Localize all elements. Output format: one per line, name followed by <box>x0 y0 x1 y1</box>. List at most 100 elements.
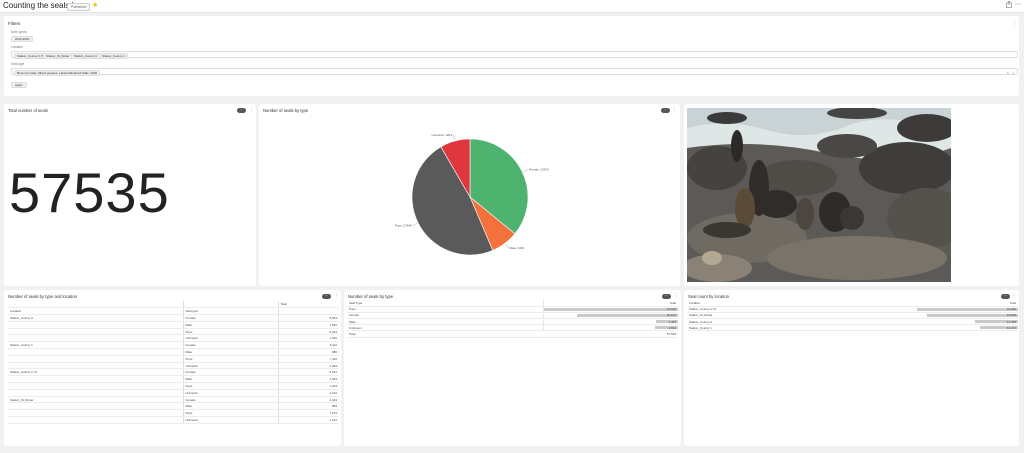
table-header-cell: Seal type <box>183 307 279 316</box>
table-header-cell: Total <box>278 301 339 309</box>
total-cell: 7,104 <box>278 409 339 418</box>
location-cell <box>8 348 184 356</box>
seal-type-cell: Unknown <box>183 334 279 343</box>
seal-type-cell: Male <box>183 321 279 329</box>
location-cell: Station_Colony 2 (?) <box>8 368 184 377</box>
table-row: Male 1,004 <box>8 375 339 384</box>
pie-label-leader <box>412 223 418 226</box>
location-cell: Station_Colony 1 <box>8 341 184 350</box>
total-cell: 1,520 <box>278 321 339 329</box>
filter-chip-date[interactable]: 2020-2022 <box>11 36 34 42</box>
more-icon[interactable]: ⋯ <box>1015 1 1021 10</box>
table-row: Station_Colony 2 (?) Female 5,612 <box>8 368 339 377</box>
type-location-table: Total Location Seal type Station_Colony A… <box>8 301 339 424</box>
panel-badge: ··· <box>662 294 672 299</box>
apply-filters-button[interactable]: Apply <box>11 82 27 88</box>
table-row: Unknown 1,212 <box>8 416 339 424</box>
panel-menu-icon[interactable]: ⋮ <box>249 107 254 113</box>
seals-by-type-panel: Number of seals by type ··· ⋮ Seal Type T… <box>344 290 681 446</box>
filters-title: Filters <box>8 21 21 26</box>
total-cell: 1,216 <box>278 389 339 397</box>
seal-type-cell: Male <box>183 348 279 356</box>
status-badge: Published <box>67 3 91 11</box>
share-icon[interactable] <box>1006 0 1012 12</box>
location-cell <box>8 389 184 397</box>
table-row: Pups 6,024 <box>8 328 339 336</box>
value-bar <box>927 313 1018 318</box>
location-cell <box>8 416 184 424</box>
chevron-down-icon[interactable]: ⌄ <box>1012 70 1015 75</box>
total-cell: 7,116 <box>278 355 339 363</box>
seals-by-type-pie-panel: Number of seals by type ··· ⋮ Female: 20… <box>259 104 680 286</box>
type-location-panel: Number of seals by type and location ···… <box>4 290 341 446</box>
total-value: 57,535 <box>543 330 678 338</box>
location-filter-input[interactable]: Station_Colony 2 (?) Station_Sl_Roder St… <box>11 51 1018 59</box>
seal-type-cell: Unknown <box>183 389 279 397</box>
table-row: Pups 7,116 <box>8 355 339 363</box>
seal-type-cell: Female <box>183 341 279 350</box>
row-value: 14,368 <box>1006 319 1016 324</box>
table-row: Pups 7,404 <box>8 382 339 390</box>
seal-type-cell: Female <box>183 314 279 322</box>
seal-type-cell: Pups <box>183 328 279 336</box>
location-cell: Station_Sl_Roder <box>8 396 184 404</box>
total-cell: 1,212 <box>278 416 339 424</box>
filter-label-location: Location <box>11 45 24 49</box>
seal-type-filter-input[interactable]: Brown Female, Mixed puppies, Lastest Ele… <box>11 68 1018 76</box>
clear-icon[interactable]: × <box>1007 70 1009 75</box>
total-cell: 6,024 <box>278 328 339 336</box>
total-cell: 1,320 <box>278 334 339 343</box>
seals-photo <box>687 108 951 282</box>
row-value: 4,403 <box>668 319 676 324</box>
seal-type-cell: Pups <box>183 355 279 363</box>
row-value: 13,659 <box>1006 313 1016 318</box>
filter-label-date: Date (year) <box>11 30 27 34</box>
seals-by-location-panel: Seal count by location ··· ⋮ Location Tot… <box>684 290 1019 446</box>
panel-title: Number of seals by type <box>348 294 394 299</box>
pie-chart[interactable]: Female: 20672 Male: 4403 Pups: 27648 Unknow… <box>259 104 680 286</box>
location-cell <box>8 409 184 418</box>
seal-type-cell: Unknown <box>183 362 279 370</box>
panel-menu-icon[interactable]: ⋮ <box>334 293 339 299</box>
panel-menu-icon[interactable]: ⋮ <box>674 293 679 299</box>
row-value: 20,672 <box>666 313 676 318</box>
panel-badge: ··· <box>1001 294 1011 299</box>
location-cell <box>8 321 184 329</box>
seal-type-cell: Female <box>183 396 279 404</box>
table-row: Unknown 1,064 <box>8 362 339 370</box>
total-cell: 5,612 <box>278 368 339 377</box>
panel-title: Total number of seals <box>8 108 48 113</box>
panel-title: Seal count by location <box>688 294 729 299</box>
row-value-cell: 14,272 <box>917 324 1018 332</box>
favorite-star-icon[interactable]: ★ <box>92 1 98 10</box>
location-chip[interactable]: Station_Sl_Roder <box>43 53 73 59</box>
location-cell: Station_Colony A <box>8 314 184 322</box>
seal-type-cell: Male <box>183 402 279 411</box>
panel-menu-icon[interactable]: ⋮ <box>1012 293 1017 299</box>
value-bar <box>543 307 678 311</box>
dashboard-title: Counting the seals ! <box>3 1 74 10</box>
table-row: Unknown 1,320 <box>8 334 339 343</box>
panel-badge: ··· <box>322 294 332 299</box>
pie-data-label: Pups: 27648 <box>395 224 412 228</box>
seal-type-chip[interactable]: Brown Female, Mixed puppies, Lastest Ele… <box>14 70 101 76</box>
total-cell: 7,404 <box>278 382 339 390</box>
location-cell <box>8 328 184 336</box>
location-chip[interactable]: Station_Colony A <box>71 53 101 59</box>
location-cell <box>8 355 184 363</box>
filters-menu-icon[interactable]: ⋮ <box>1012 21 1017 27</box>
location-cell <box>8 382 184 390</box>
location-chip[interactable]: Station_Colony 1 <box>99 53 128 59</box>
pie-data-label: Unknown: 4812 <box>432 133 453 137</box>
table-header-cell <box>8 301 184 309</box>
total-row: Total 57,535 <box>347 330 678 338</box>
location-cell <box>8 375 184 384</box>
pie-label-leader <box>453 135 455 141</box>
pie-data-label: Female: 20672 <box>529 168 549 172</box>
pie-data-label: Male: 4403 <box>509 246 524 250</box>
top-bar: Counting the seals ! Published ★ ⋯ <box>0 0 1024 13</box>
panel-badge: ··· <box>237 108 247 113</box>
location-cell <box>8 362 184 370</box>
total-seals-value: 57535 <box>9 161 170 224</box>
total-cell: 980 <box>278 348 339 356</box>
